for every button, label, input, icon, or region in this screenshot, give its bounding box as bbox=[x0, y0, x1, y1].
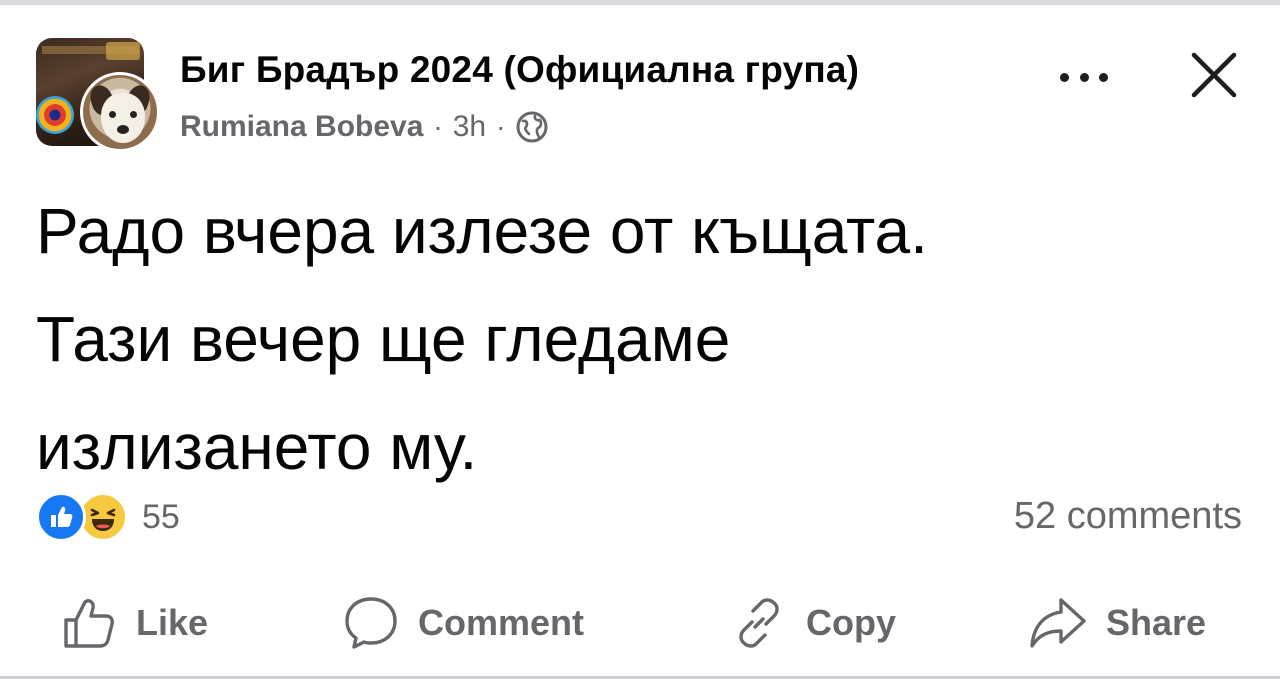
big-brother-eye-logo bbox=[36, 96, 74, 134]
author-avatar[interactable] bbox=[80, 72, 160, 152]
author-name-link[interactable]: Rumiana Bobeva bbox=[180, 110, 423, 144]
copy-label: Copy bbox=[806, 602, 896, 643]
like-label: Like bbox=[136, 602, 209, 643]
more-horizontal-icon-dot bbox=[1060, 72, 1069, 82]
share-button[interactable]: Share bbox=[1028, 591, 1206, 655]
copy-button[interactable]: Copy bbox=[730, 591, 896, 655]
close-button[interactable] bbox=[1188, 49, 1240, 101]
dog-face bbox=[101, 93, 145, 143]
action-bar: Like Comment Copy Share bbox=[0, 591, 1280, 655]
meta-separator: · bbox=[496, 111, 506, 142]
comment-label: Comment bbox=[418, 602, 585, 643]
avatar-group[interactable] bbox=[36, 38, 162, 152]
comment-button[interactable]: Comment bbox=[342, 591, 584, 655]
dog-eye bbox=[109, 111, 116, 118]
comment-bubble-icon bbox=[345, 597, 397, 649]
more-options-button[interactable] bbox=[1056, 63, 1112, 91]
close-icon bbox=[1191, 52, 1237, 98]
post-text-line: излизането му. bbox=[36, 411, 478, 483]
post-text-line: Радо вчера излезе от къщата. bbox=[36, 195, 928, 267]
globe-icon[interactable] bbox=[515, 110, 549, 144]
comments-count-link[interactable]: 52 comments bbox=[1014, 495, 1242, 538]
share-label: Share bbox=[1106, 602, 1207, 643]
group-name-link[interactable]: Биг Брадър 2024 (Официална група) bbox=[180, 49, 859, 91]
post-text-line: Тази вечер ще гледаме bbox=[36, 303, 731, 375]
more-horizontal-icon-dot bbox=[1099, 72, 1108, 82]
like-button[interactable]: Like bbox=[60, 591, 208, 655]
post-time[interactable]: 3h bbox=[453, 110, 486, 144]
group-avatar-detail bbox=[106, 42, 140, 60]
post-card: Биг Брадър 2024 (Официална група) Rumian… bbox=[0, 5, 1280, 676]
like-reaction-icon bbox=[36, 492, 86, 542]
link-icon bbox=[739, 598, 779, 648]
thumbs-up-icon bbox=[64, 599, 114, 648]
more-horizontal-icon-dot bbox=[1079, 72, 1089, 82]
reaction-count: 55 bbox=[142, 497, 180, 536]
post-text: Радо вчера излезе от къщата. Тази вечер … bbox=[36, 177, 1256, 501]
post-meta: Rumiana Bobeva · 3h · bbox=[180, 109, 549, 145]
share-arrow-icon bbox=[1030, 598, 1086, 648]
dog-nose bbox=[117, 125, 129, 134]
reactions-summary[interactable]: 55 bbox=[36, 491, 180, 543]
meta-separator: · bbox=[433, 111, 443, 142]
dog-eye bbox=[130, 111, 137, 118]
